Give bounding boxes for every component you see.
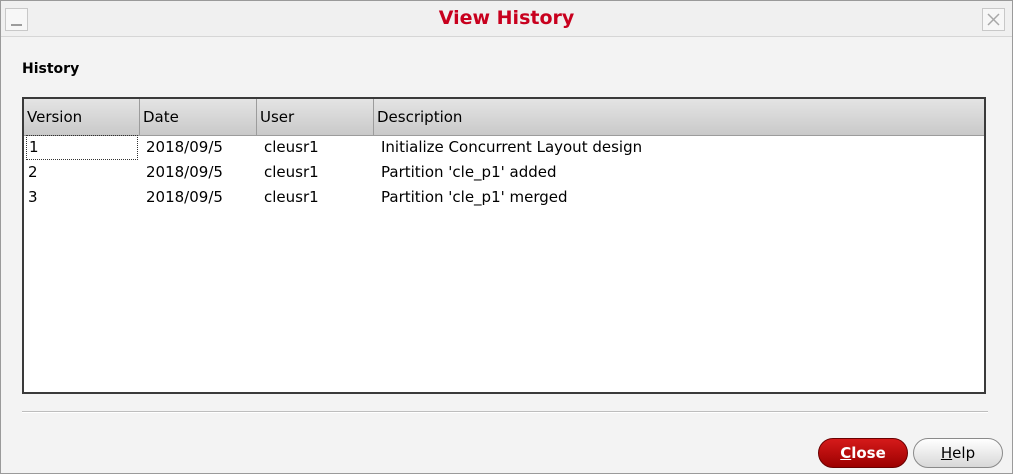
table-header: Version Date User Description xyxy=(24,99,984,136)
column-header-description[interactable]: Description xyxy=(374,99,984,135)
table-row[interactable]: 2 2018/09/5 cleusr1 Partition 'cle_p1' a… xyxy=(24,160,984,185)
column-header-date[interactable]: Date xyxy=(140,99,257,135)
help-button[interactable]: Help xyxy=(913,438,1003,468)
description-cell: Partition 'cle_p1' added xyxy=(381,163,557,181)
history-table: Version Date User Description 1 2018/09/… xyxy=(22,97,986,394)
date-cell: 2018/09/5 xyxy=(146,163,223,181)
description-cell: Partition 'cle_p1' merged xyxy=(381,188,568,206)
view-history-dialog: View History History Version Date User D… xyxy=(0,0,1013,474)
user-cell: cleusr1 xyxy=(264,188,319,206)
user-cell: cleusr1 xyxy=(264,138,319,156)
column-header-version[interactable]: Version xyxy=(24,99,140,135)
user-cell: cleusr1 xyxy=(264,163,319,181)
close-button-mnemonic: C xyxy=(840,444,852,462)
date-cell: 2018/09/5 xyxy=(146,138,223,156)
version-cell: 1 xyxy=(26,135,138,160)
version-cell: 2 xyxy=(28,163,38,181)
version-cell: 3 xyxy=(28,188,38,206)
title-bar: View History xyxy=(1,1,1012,37)
table-row[interactable]: 3 2018/09/5 cleusr1 Partition 'cle_p1' m… xyxy=(24,185,984,210)
help-button-mnemonic: H xyxy=(940,444,953,462)
history-section-label: History xyxy=(22,61,80,77)
close-button[interactable]: Close xyxy=(818,438,908,468)
window-close-button[interactable] xyxy=(982,8,1005,31)
divider xyxy=(22,411,988,413)
column-header-user[interactable]: User xyxy=(257,99,374,135)
description-cell: Initialize Concurrent Layout design xyxy=(381,138,643,156)
close-button-label: lose xyxy=(851,444,886,462)
table-row[interactable]: 1 2018/09/5 cleusr1 Initialize Concurren… xyxy=(24,135,984,160)
date-cell: 2018/09/5 xyxy=(146,188,223,206)
close-icon xyxy=(987,13,1000,26)
window-title: View History xyxy=(438,7,575,29)
help-button-label: elp xyxy=(952,444,976,462)
